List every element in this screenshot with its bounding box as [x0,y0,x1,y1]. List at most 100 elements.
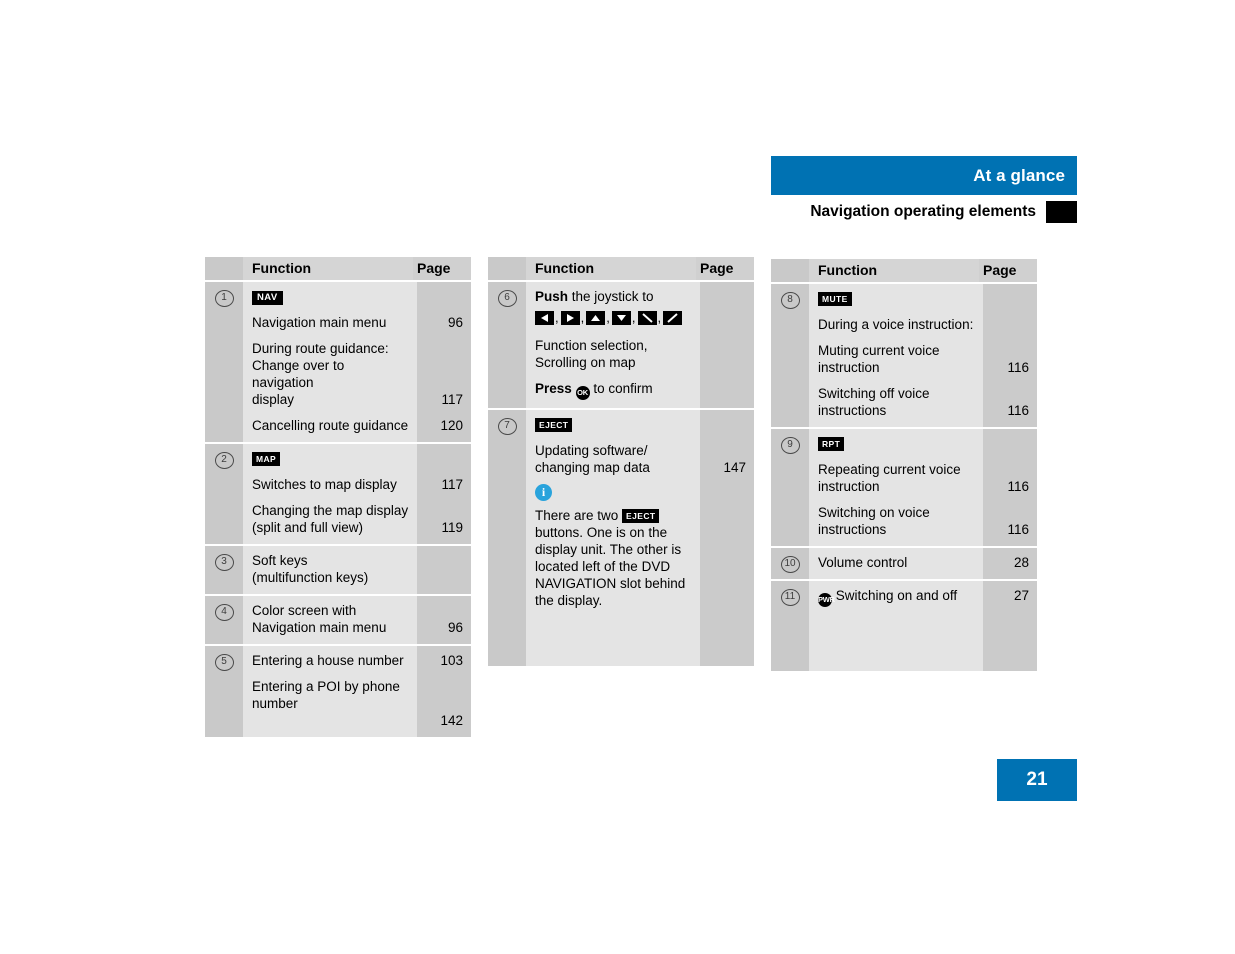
table-header-row: Function Page [205,257,471,280]
row-number: 6 [488,282,526,408]
row-pages: 117 119 [417,444,471,544]
column-header-function: Function [526,257,696,280]
page-number: 116 [1007,360,1029,375]
page-number: 103 [440,653,463,668]
arrow-diagonal-up-right-icon [663,310,683,325]
table-row: 5 Entering a house number Entering a POI… [205,644,471,737]
function-text: During a voice instruction: [818,317,974,332]
page-number: 142 [440,713,463,728]
row-function: MUTE During a voice instruction: Muting … [809,284,983,427]
circled-number: 6 [497,290,517,307]
map-key-badge: MAP [252,452,281,466]
circled-number: 9 [780,437,800,454]
circled-number: 10 [780,556,800,573]
eject-key-badge: EJECT [535,418,573,432]
row-function: RPT Repeating current voice instruction … [809,429,983,546]
function-text: Scrolling on map [535,355,636,370]
function-text: Switches to map display [252,477,397,492]
column-header-number [488,257,526,280]
row-pages: 103 142 [417,646,471,737]
circled-number: 1 [214,290,234,307]
eject-note: There are two EJECT buttons. One is on t… [535,507,692,609]
circled-number: 11 [780,589,800,606]
table-row: 9 RPT Repeating current voice instructio… [771,427,1037,546]
row-number: 1 [205,282,243,442]
ok-button-icon: OK [575,386,590,400]
chapter-marker [1046,201,1077,223]
function-text: Switching on voice instructions [818,505,930,537]
function-text: Switching on and off [835,588,958,603]
page-number: 116 [1007,479,1029,494]
row-number: 2 [205,444,243,544]
row-function: MAP Switches to map display Changing the… [243,444,417,544]
press-rest: to confirm [589,381,653,396]
function-text: Changing the map display (split and full… [252,503,409,535]
rpt-key-badge: RPT [818,437,845,451]
column-header-function: Function [809,259,979,282]
column-header-function: Function [243,257,413,280]
row-pages: 27 [983,581,1037,671]
press-label: Press [535,381,572,396]
page-subtitle: Navigation operating elements [810,203,1036,220]
circled-number: 3 [214,554,234,571]
push-rest: the joystick to [568,289,654,304]
page-number-badge: 21 [997,759,1077,801]
row-number: 4 [205,596,243,644]
page-header: At a glance Navigation operating element… [771,156,1077,226]
function-text: Navigation main menu [252,315,387,330]
column-header-page: Page [413,257,471,280]
table-row: 6 Push the joystick to , , , , , Functio… [488,280,754,408]
row-function: Soft keys (multifunction keys) [243,546,417,594]
arrow-diagonal-down-right-icon [637,310,657,325]
table-row: 2 MAP Switches to map display Changing t… [205,442,471,544]
row-number: 5 [205,646,243,737]
function-text: Color screen with Navigation main menu [252,603,387,635]
arrow-up-icon [586,310,606,325]
row-number: 3 [205,546,243,594]
function-text: Switching off voice instructions [818,386,930,418]
page-number: 116 [1007,403,1029,418]
function-text: Function selection, [535,338,648,353]
arrow-right-icon [560,310,580,325]
eject-key-badge-inline: EJECT [622,509,660,523]
nav-key-badge: NAV [252,291,283,305]
page-number-text: 21 [1026,769,1048,790]
row-pages: 116 116 [983,284,1037,427]
section-title: At a glance [973,165,1065,185]
circled-number: 4 [214,604,234,621]
joystick-direction-row: , , , , , [535,309,692,326]
page-number: 116 [1007,522,1029,537]
push-label: Push [535,289,569,304]
circled-number: 7 [497,418,517,435]
column-header-number [771,259,809,282]
function-text: Muting current voice instruction [818,343,940,375]
mute-key-badge: MUTE [818,292,852,306]
row-number: 8 [771,284,809,427]
table-header-row: Function Page [771,259,1037,282]
note-before: There are two [535,508,623,523]
function-text: Soft keys (multifunction keys) [252,553,369,585]
page-number: 147 [723,460,746,475]
circled-number: 5 [214,654,234,671]
function-text: Updating software/ changing map data [535,443,650,475]
row-number: 10 [771,548,809,579]
function-text: Entering a POI by phone number [252,679,400,711]
row-number: 7 [488,410,526,666]
function-text: Cancelling route guidance [252,418,409,433]
circled-number: 2 [214,452,234,469]
row-function: Volume control [809,548,983,579]
table-row: 7 EJECT Updating software/ changing map … [488,408,754,666]
arrow-down-icon [611,310,631,325]
function-text: Repeating current voice instruction [818,462,961,494]
row-function: EJECT Updating software/ changing map da… [526,410,700,666]
page-number: 96 [447,315,463,330]
column-header-page: Page [696,257,754,280]
note-after: buttons. One is on the display unit. The… [535,525,686,608]
table-header-row: Function Page [488,257,754,280]
function-table-1: Function Page 1 NAV Navigation main menu… [205,257,471,737]
row-number: 11 [771,581,809,671]
row-pages: 116 116 [983,429,1037,546]
table-row: 8 MUTE During a voice instruction: Mutin… [771,282,1037,427]
page-number: 27 [1013,588,1029,603]
table-row: 11 PWR Switching on and off 27 [771,579,1037,671]
